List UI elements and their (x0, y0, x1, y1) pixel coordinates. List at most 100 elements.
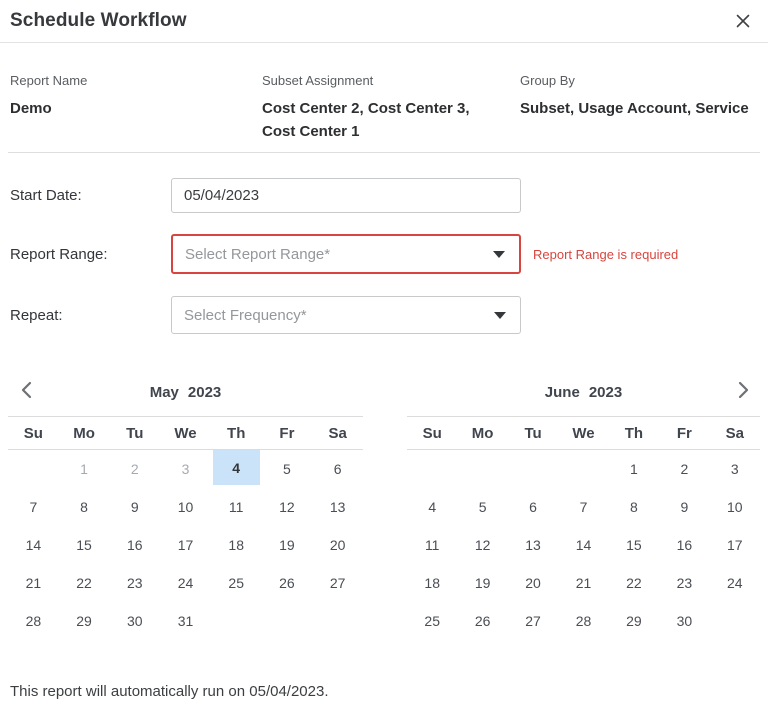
weekday-label: Su (407, 425, 457, 442)
weekday-label: Th (211, 425, 262, 442)
calendar-day: 1 (59, 450, 110, 488)
close-button[interactable] (732, 10, 754, 32)
calendar-empty-cell (312, 602, 363, 640)
dropdown-caret-icon (494, 312, 506, 319)
summary-label: Group By (520, 73, 758, 89)
calendar-day[interactable]: 19 (262, 526, 313, 564)
calendar-day[interactable]: 13 (508, 526, 558, 564)
calendar-day[interactable]: 8 (609, 488, 659, 526)
calendar-empty-cell (710, 602, 760, 640)
report-range-select[interactable]: Select Report Range* (171, 234, 521, 274)
calendar-day[interactable]: 2 (659, 450, 709, 488)
start-date-input[interactable] (171, 178, 521, 213)
month-title: June 2023 (407, 377, 760, 408)
calendar-day[interactable]: 19 (457, 564, 507, 602)
calendar-day[interactable]: 17 (160, 526, 211, 564)
calendar-day[interactable]: 20 (312, 526, 363, 564)
calendar-day[interactable]: 9 (109, 488, 160, 526)
calendar-day[interactable]: 13 (312, 488, 363, 526)
repeat-placeholder: Select Frequency* (184, 307, 307, 324)
calendar-day[interactable]: 30 (109, 602, 160, 640)
start-date-row: Start Date: (10, 178, 768, 213)
repeat-label: Repeat: (10, 307, 171, 324)
calendar-day[interactable]: 7 (558, 488, 608, 526)
month-name: May (150, 384, 179, 401)
calendar-day[interactable]: 29 (609, 602, 659, 640)
calendar-day[interactable]: 27 (508, 602, 558, 640)
calendar-day[interactable]: 24 (160, 564, 211, 602)
calendar-day[interactable]: 10 (710, 488, 760, 526)
weekday-label: Fr (262, 425, 313, 442)
calendar-day[interactable]: 30 (659, 602, 709, 640)
calendar-empty-cell (457, 450, 507, 488)
calendar-day[interactable]: 12 (457, 526, 507, 564)
calendar-day[interactable]: 22 (609, 564, 659, 602)
calendar-june: June 2023 SuMoTuWeThFrSa 123456789101112… (407, 377, 760, 640)
calendar-day[interactable]: 22 (59, 564, 110, 602)
calendar-day[interactable]: 1 (609, 450, 659, 488)
calendar-day[interactable]: 5 (457, 488, 507, 526)
calendar-day[interactable]: 28 (8, 602, 59, 640)
calendar-day[interactable]: 23 (109, 564, 160, 602)
weekday-label: We (558, 425, 608, 442)
calendar-day[interactable]: 29 (59, 602, 110, 640)
calendar-day[interactable]: 20 (508, 564, 558, 602)
calendar-day[interactable]: 9 (659, 488, 709, 526)
calendar-day[interactable]: 7 (8, 488, 59, 526)
calendar-day[interactable]: 11 (407, 526, 457, 564)
weekday-row: SuMoTuWeThFrSa (8, 417, 363, 450)
repeat-select[interactable]: Select Frequency* (171, 296, 521, 334)
calendar-day[interactable]: 27 (312, 564, 363, 602)
calendar-empty-cell (262, 602, 313, 640)
calendar-day[interactable]: 25 (407, 602, 457, 640)
calendar-day[interactable]: 21 (558, 564, 608, 602)
calendar-day[interactable]: 15 (609, 526, 659, 564)
report-range-label: Report Range: (10, 246, 171, 263)
calendar-day[interactable]: 17 (710, 526, 760, 564)
report-range-row: Report Range: Select Report Range* Repor… (10, 234, 768, 274)
auto-run-note: This report will automatically run on 05… (10, 683, 768, 700)
calendar-day[interactable]: 16 (659, 526, 709, 564)
calendar-day[interactable]: 16 (109, 526, 160, 564)
calendar-day[interactable]: 11 (211, 488, 262, 526)
next-month-button[interactable] (730, 379, 756, 405)
calendar-day[interactable]: 4 (213, 450, 260, 485)
close-icon (736, 14, 750, 28)
calendar-day[interactable]: 14 (558, 526, 608, 564)
summary-value: Demo (10, 97, 262, 120)
weekday-label: Sa (312, 425, 363, 442)
day-grid: 1234567891011121314151617181920212223242… (8, 450, 363, 640)
calendar-day[interactable]: 15 (59, 526, 110, 564)
calendar-day[interactable]: 24 (710, 564, 760, 602)
calendar-day[interactable]: 18 (211, 526, 262, 564)
summary-subset-assignment: Subset Assignment Cost Center 2, Cost Ce… (262, 73, 520, 143)
month-year: 2023 (188, 384, 221, 401)
calendar-day[interactable]: 3 (710, 450, 760, 488)
calendar-header: June 2023 (407, 377, 760, 417)
weekday-label: Sa (710, 425, 760, 442)
calendar-day[interactable]: 18 (407, 564, 457, 602)
calendar-day[interactable]: 14 (8, 526, 59, 564)
calendar-day[interactable]: 23 (659, 564, 709, 602)
calendar-day[interactable]: 6 (312, 450, 363, 488)
summary-label: Report Name (10, 73, 262, 89)
schedule-workflow-dialog: Schedule Workflow Report Name Demo Subse… (0, 0, 768, 706)
calendar-day[interactable]: 12 (262, 488, 313, 526)
dialog-title: Schedule Workflow (10, 10, 187, 32)
calendar-day: 2 (109, 450, 160, 488)
weekday-label: Mo (457, 425, 507, 442)
dialog-header: Schedule Workflow (0, 0, 768, 43)
calendar-day[interactable]: 21 (8, 564, 59, 602)
calendar-day[interactable]: 6 (508, 488, 558, 526)
calendar-day[interactable]: 31 (160, 602, 211, 640)
calendar-day[interactable]: 28 (558, 602, 608, 640)
summary-value: Subset, Usage Account, Service (520, 97, 758, 120)
calendar-day[interactable]: 8 (59, 488, 110, 526)
calendar-day[interactable]: 26 (262, 564, 313, 602)
calendar-day[interactable]: 5 (262, 450, 313, 488)
calendar-day[interactable]: 25 (211, 564, 262, 602)
calendar-day[interactable]: 26 (457, 602, 507, 640)
dropdown-caret-icon (493, 251, 505, 258)
calendar-day[interactable]: 4 (407, 488, 457, 526)
calendar-day[interactable]: 10 (160, 488, 211, 526)
